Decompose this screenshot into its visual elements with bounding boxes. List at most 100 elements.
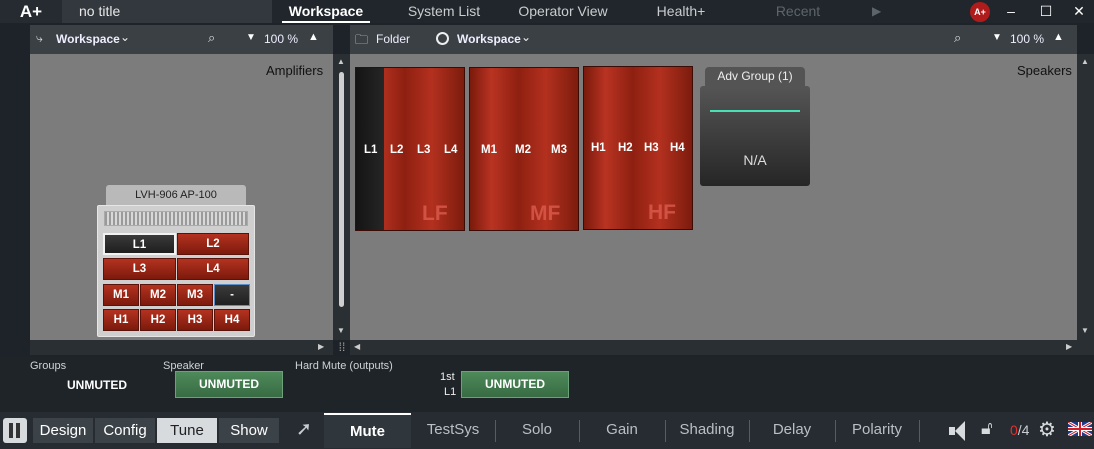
- scroll-up-icon-right[interactable]: ▲: [1081, 57, 1089, 66]
- adv-group-title[interactable]: Adv Group (1): [705, 67, 805, 86]
- speaker-band-label: HF: [648, 201, 676, 224]
- right-vertical-scrollbar[interactable]: [1077, 54, 1094, 340]
- zoom-down-icon[interactable]: ▼: [246, 32, 256, 43]
- mode-design[interactable]: Design: [33, 418, 93, 443]
- adv-group-indicator: [710, 110, 800, 112]
- scroll-right-icon-right[interactable]: ▶: [1066, 342, 1072, 351]
- speaker-label: H1: [591, 142, 606, 154]
- scroll-down-icon[interactable]: ▼: [337, 326, 345, 335]
- amplifiers-label: Amplifiers: [266, 63, 324, 78]
- speaker-mf[interactable]: M1 M2 M3 MF: [469, 67, 579, 231]
- amp-channel-h4[interactable]: H4: [214, 309, 250, 331]
- tab-solo[interactable]: Solo: [496, 413, 578, 448]
- chevron-down-icon-right[interactable]: ⌄: [521, 30, 531, 44]
- mode-tune[interactable]: Tune: [157, 418, 217, 443]
- amp-channel-l2[interactable]: L2: [177, 233, 249, 255]
- tab-mute[interactable]: Mute: [324, 413, 411, 448]
- amp-channel-l4[interactable]: L4: [177, 258, 249, 280]
- adv-group-box[interactable]: [700, 86, 810, 186]
- speaker-label: M3: [551, 144, 567, 156]
- tab-testsys[interactable]: TestSys: [412, 413, 494, 448]
- speaker-label: M2: [515, 144, 531, 156]
- amp-channel-m3[interactable]: M3: [177, 284, 213, 306]
- alert-counter: 0/4: [1010, 422, 1029, 438]
- folder-button[interactable]: Folder: [376, 25, 410, 54]
- amp-channel-empty[interactable]: -: [214, 284, 250, 306]
- user-avatar[interactable]: A+: [970, 2, 990, 22]
- tree-icon[interactable]: ⤷: [36, 31, 43, 46]
- speaker-volume-icon[interactable]: [947, 419, 967, 443]
- speaker-label: L4: [444, 144, 458, 156]
- uk-flag-icon[interactable]: [1068, 422, 1092, 436]
- speaker-band-label: LF: [422, 202, 448, 225]
- speaker-hf[interactable]: H1 H2 H3 H4 HF: [583, 66, 693, 230]
- amp-channel-h2[interactable]: H2: [140, 309, 176, 331]
- amp-channel-m2[interactable]: M2: [140, 284, 176, 306]
- sidebar-toggle-icon[interactable]: [3, 418, 27, 443]
- scroll-right-icon[interactable]: ▶: [318, 342, 324, 351]
- amp-channel-h3[interactable]: H3: [177, 309, 213, 331]
- target-icon[interactable]: [436, 32, 449, 45]
- scroll-down-icon-right[interactable]: ▼: [1081, 326, 1089, 335]
- zoom-reset-icon[interactable]: ⌕: [208, 30, 215, 46]
- left-horizontal-scrollbar[interactable]: [30, 340, 333, 355]
- nav-operator-view[interactable]: Operator View: [508, 0, 618, 23]
- hard-mute-label: Hard Mute (outputs): [295, 360, 393, 372]
- zoom-reset-icon-right[interactable]: ⌕: [954, 30, 961, 46]
- output-unmuted-button[interactable]: UNMUTED: [461, 371, 569, 398]
- document-title[interactable]: no title: [62, 0, 272, 23]
- play-icon[interactable]: ▶: [872, 4, 881, 18]
- folder-icon[interactable]: 🗀: [355, 31, 368, 53]
- maximize-icon[interactable]: ☐: [1031, 0, 1061, 23]
- groups-status[interactable]: UNMUTED: [67, 378, 127, 392]
- nav-workspace[interactable]: Workspace: [282, 0, 370, 23]
- gear-icon[interactable]: ⚙: [1038, 417, 1056, 442]
- cursor-pointer-icon[interactable]: ➚: [296, 418, 312, 441]
- zoom-up-icon-right[interactable]: ▲: [1053, 31, 1064, 43]
- tab-gain[interactable]: Gain: [580, 413, 664, 448]
- speaker-unmuted-button[interactable]: UNMUTED: [175, 371, 283, 398]
- unlock-icon[interactable]: 🔓︎: [981, 418, 993, 439]
- right-horizontal-scrollbar[interactable]: [350, 340, 1094, 355]
- amp-channel-l3[interactable]: L3: [103, 258, 176, 280]
- tab-delay[interactable]: Delay: [750, 413, 834, 448]
- nav-health-plus[interactable]: Health+: [645, 0, 717, 23]
- splitter-handle[interactable]: ⁞⁞: [334, 340, 350, 355]
- close-icon[interactable]: ✕: [1064, 0, 1094, 23]
- minimize-icon[interactable]: –: [996, 0, 1026, 23]
- tab-polarity[interactable]: Polarity: [836, 413, 918, 448]
- alert-count: 0: [1010, 422, 1018, 438]
- mode-config[interactable]: Config: [95, 418, 155, 443]
- speaker-label: H3: [644, 142, 659, 154]
- right-workspace-dropdown[interactable]: Workspace: [457, 25, 521, 54]
- speaker-label: L3: [417, 144, 431, 156]
- alert-total: /4: [1017, 422, 1030, 438]
- speaker-label: L1: [364, 144, 378, 156]
- chevron-down-icon[interactable]: ⌄: [120, 30, 130, 44]
- left-zoom-value: 100 %: [264, 32, 299, 46]
- zoom-down-icon-right[interactable]: ▼: [992, 32, 1002, 43]
- speaker-label: M1: [481, 144, 497, 156]
- output-order-label: 1st: [440, 371, 455, 383]
- app-logo: A+: [0, 0, 62, 23]
- mode-show[interactable]: Show: [219, 418, 279, 443]
- speaker-label: H2: [618, 142, 633, 154]
- zoom-up-icon[interactable]: ▲: [308, 31, 319, 43]
- nav-recent[interactable]: Recent: [768, 0, 828, 23]
- left-workspace-dropdown[interactable]: Workspace: [56, 25, 120, 54]
- amp-channel-l1[interactable]: L1: [103, 233, 176, 255]
- right-zoom-value: 100 %: [1010, 32, 1045, 46]
- scroll-up-icon[interactable]: ▲: [337, 57, 345, 66]
- amplifier-title: LVH-906 AP-100: [106, 185, 246, 205]
- scroll-left-icon[interactable]: ◀: [354, 342, 360, 351]
- amp-channel-h1[interactable]: H1: [103, 309, 139, 331]
- amp-channel-m1[interactable]: M1: [103, 284, 139, 306]
- speaker-label: H4: [670, 142, 685, 154]
- speaker-lf[interactable]: L1 L2 L3 L4 LF: [355, 67, 465, 231]
- speakers-label: Speakers: [1017, 63, 1072, 78]
- output-channel-label: L1: [444, 386, 457, 398]
- nav-system-list[interactable]: System List: [398, 0, 490, 23]
- left-scroll-thumb[interactable]: [339, 72, 344, 307]
- tab-shading[interactable]: Shading: [666, 413, 748, 448]
- tab-separator: [919, 420, 920, 442]
